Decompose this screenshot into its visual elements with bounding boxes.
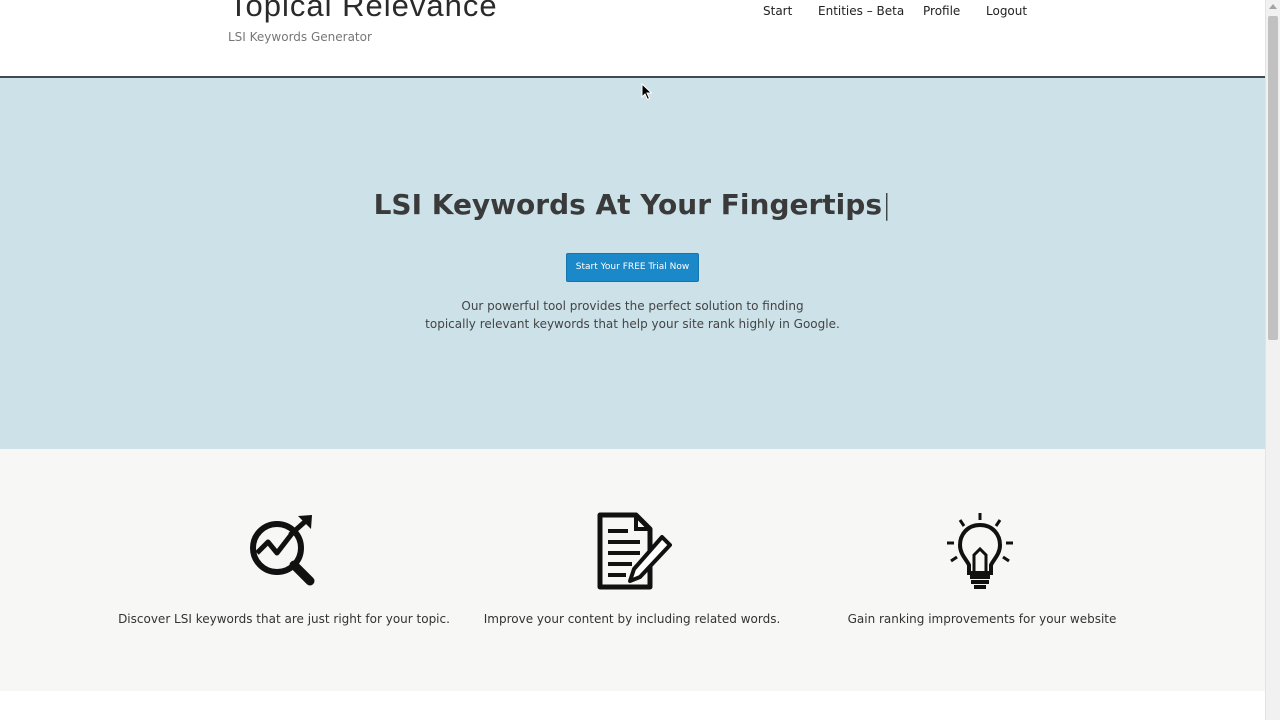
lightbulb-icon [947, 513, 1013, 589]
brand-tagline: LSI Keywords Generator [228, 30, 372, 44]
scrollbar-thumb[interactable] [1268, 16, 1278, 340]
nav-link-profile[interactable]: Profile [923, 4, 960, 18]
nav-link-start[interactable]: Start [763, 4, 792, 18]
hero-section: LSI Keywords At Your Fingertips| Start Y… [0, 78, 1265, 449]
mouse-pointer-icon [641, 83, 653, 101]
features-section: Discover LSI keywords that are just righ… [0, 449, 1265, 691]
hero-description-line-2: topically relevant keywords that help yo… [425, 317, 840, 331]
site-header: Topical Relevance LSI Keywords Generator… [0, 0, 1265, 78]
hero-heading-text: LSI Keywords At Your Fingertips [373, 188, 882, 221]
document-pencil-icon [597, 512, 672, 590]
feature-text-gain: Gain ranking improvements for your websi… [847, 612, 1117, 626]
scroll-up-arrow-icon[interactable] [1269, 4, 1277, 9]
hero-description: Our powerful tool provides the perfect s… [0, 297, 1265, 333]
feature-gain: Gain ranking improvements for your websi… [792, 449, 1172, 691]
feature-text-improve: Improve your content by including relate… [483, 612, 781, 626]
nav-link-entities-beta[interactable]: Entities – Beta [818, 4, 904, 18]
nav-link-logout[interactable]: Logout [986, 4, 1027, 18]
page: Topical Relevance LSI Keywords Generator… [0, 0, 1280, 720]
vertical-scrollbar[interactable] [1265, 0, 1280, 720]
typing-caret: | [881, 188, 892, 221]
hero-heading: LSI Keywords At Your Fingertips| [0, 188, 1265, 221]
hero-description-line-1: Our powerful tool provides the perfect s… [461, 299, 804, 313]
feature-discover: Discover LSI keywords that are just righ… [94, 449, 474, 691]
analytics-magnifier-icon [250, 515, 315, 586]
free-trial-button[interactable]: Start Your FREE Trial Now [566, 253, 699, 282]
feature-improve: Improve your content by including relate… [442, 449, 822, 691]
brand-title[interactable]: Topical Relevance [229, 0, 498, 24]
feature-text-discover: Discover LSI keywords that are just righ… [118, 612, 450, 626]
